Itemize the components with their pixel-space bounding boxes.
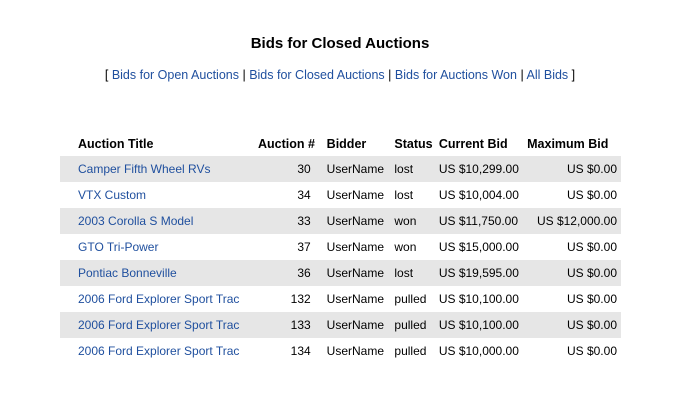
current-bid: US $10,100.00 xyxy=(438,292,519,306)
bidder-name: UserName xyxy=(326,292,385,306)
nav-close-bracket: ] xyxy=(571,68,576,82)
maximum-bid: US $0.00 xyxy=(527,260,621,286)
nav-link-all-bids[interactable]: All Bids xyxy=(527,68,569,82)
maximum-bid: US $12,000.00 xyxy=(527,208,621,234)
page: Bids for Closed Auctions [ Bids for Open… xyxy=(0,0,680,408)
table-row: 2006 Ford Explorer Sport Trac 132 UserNa… xyxy=(60,286,621,312)
current-bid: US $15,000.00 xyxy=(438,240,519,254)
auction-number: 133 xyxy=(258,312,321,338)
table-row: 2006 Ford Explorer Sport Trac 134 UserNa… xyxy=(60,338,621,364)
auction-title-link[interactable]: Pontiac Bonneville xyxy=(78,266,177,280)
nav-separator: | xyxy=(242,68,246,82)
table-row: GTO Tri-Power 37 UserName won US $15,000… xyxy=(60,234,621,260)
current-bid: US $11,750.00 xyxy=(436,208,528,234)
auction-title-link[interactable]: 2003 Corolla S Model xyxy=(78,214,193,228)
header-status: Status xyxy=(394,137,433,151)
auction-title-link[interactable]: 2006 Ford Explorer Sport Trac xyxy=(78,292,239,306)
bid-status: won xyxy=(394,240,417,254)
bidder-name: UserName xyxy=(320,208,391,234)
nav-link-open-auctions[interactable]: Bids for Open Auctions xyxy=(112,68,239,82)
current-bid: US $10,100.00 xyxy=(436,312,528,338)
table-row: 2006 Ford Explorer Sport Trac 133 UserNa… xyxy=(60,312,621,338)
current-bid: US $10,004.00 xyxy=(438,188,519,202)
maximum-bid: US $0.00 xyxy=(566,188,617,202)
auction-title-link[interactable]: VTX Custom xyxy=(78,188,146,202)
current-bid: US $19,595.00 xyxy=(436,260,528,286)
bid-status: pulled xyxy=(394,344,427,358)
bidder-name: UserName xyxy=(326,188,385,202)
bidder-name: UserName xyxy=(320,260,391,286)
bids-table: Auction Title Auction # Bidder Status Cu… xyxy=(60,132,621,364)
table-row: 2003 Corolla S Model 33 UserName won US … xyxy=(60,208,621,234)
auction-title-link[interactable]: 2006 Ford Explorer Sport Trac xyxy=(78,344,239,358)
table-header-row: Auction Title Auction # Bidder Status Cu… xyxy=(60,132,621,156)
page-title: Bids for Closed Auctions xyxy=(250,35,430,52)
maximum-bid: US $0.00 xyxy=(566,344,617,358)
auction-number: 132 xyxy=(290,292,311,306)
bid-status: won xyxy=(390,208,437,234)
auction-title-link[interactable]: GTO Tri-Power xyxy=(78,240,158,254)
auction-bid-nav: [ Bids for Open Auctions | Bids for Clos… xyxy=(0,68,680,82)
header-maximum-bid: Maximum Bid xyxy=(527,137,609,151)
table-row: VTX Custom 34 UserName lost US $10,004.0… xyxy=(60,182,621,208)
current-bid: US $10,000.00 xyxy=(438,344,519,358)
auction-number: 134 xyxy=(290,344,311,358)
header-auction-number: Auction # xyxy=(258,137,315,151)
header-auction-title: Auction Title xyxy=(78,137,154,151)
nav-link-auctions-won[interactable]: Bids for Auctions Won xyxy=(395,68,517,82)
auction-number: 37 xyxy=(297,240,311,254)
maximum-bid: US $0.00 xyxy=(566,292,617,306)
nav-separator: | xyxy=(520,68,524,82)
bidder-name: UserName xyxy=(326,240,385,254)
table-row: Camper Fifth Wheel RVs 30 UserName lost … xyxy=(60,156,621,182)
auction-title-link[interactable]: 2006 Ford Explorer Sport Trac xyxy=(78,318,239,332)
bid-status: lost xyxy=(394,188,414,202)
bidder-name: UserName xyxy=(320,156,391,182)
maximum-bid: US $0.00 xyxy=(527,312,621,338)
maximum-bid: US $0.00 xyxy=(527,156,621,182)
auction-number: 33 xyxy=(258,208,321,234)
bidder-name: UserName xyxy=(326,344,385,358)
auction-number: 30 xyxy=(258,156,321,182)
nav-link-closed-auctions[interactable]: Bids for Closed Auctions xyxy=(249,68,385,82)
table-row: Pontiac Bonneville 36 UserName lost US $… xyxy=(60,260,621,286)
header-bidder: Bidder xyxy=(326,137,367,151)
current-bid: US $10,299.00 xyxy=(436,156,528,182)
bidder-name: UserName xyxy=(320,312,391,338)
bid-status: pulled xyxy=(394,292,427,306)
bid-status: pulled xyxy=(390,312,437,338)
maximum-bid: US $0.00 xyxy=(566,240,617,254)
bid-status: lost xyxy=(390,156,437,182)
auction-title-link[interactable]: Camper Fifth Wheel RVs xyxy=(78,162,211,176)
header-current-bid: Current Bid xyxy=(438,137,508,151)
auction-number: 34 xyxy=(297,188,311,202)
nav-open-bracket: [ xyxy=(104,68,109,82)
bid-status: lost xyxy=(390,260,437,286)
auction-number: 36 xyxy=(258,260,321,286)
nav-separator: | xyxy=(388,68,392,82)
